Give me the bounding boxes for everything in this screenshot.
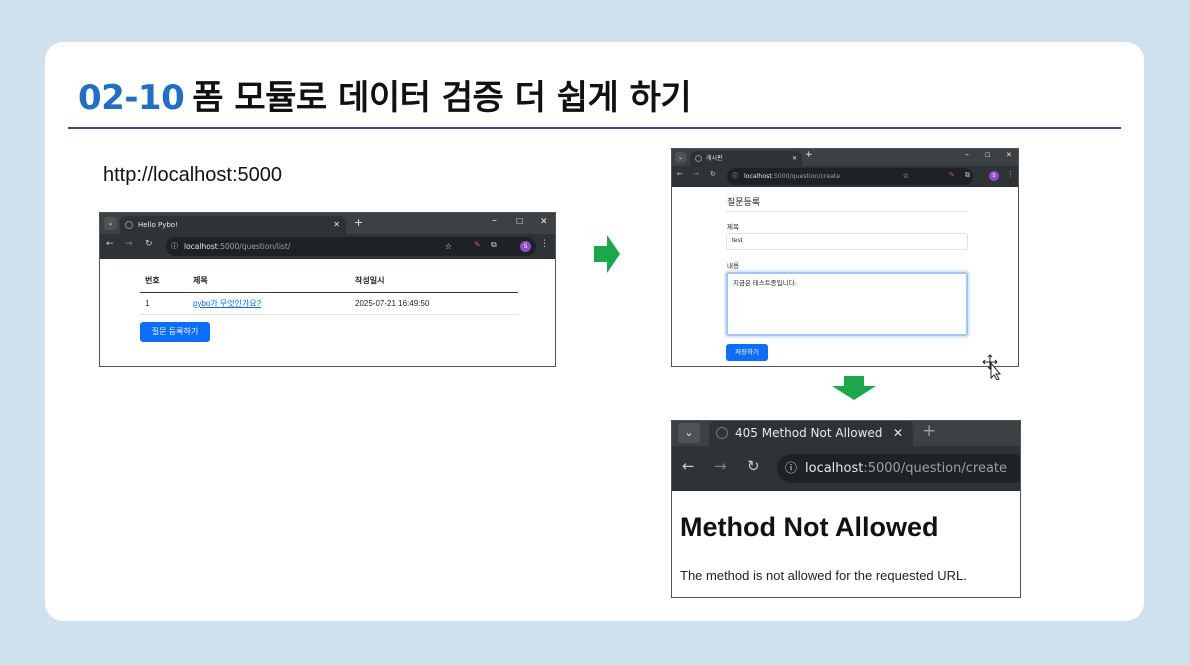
table-row: 1 pybo가 무엇인가요? 2025-07-21 16:49:50 bbox=[140, 292, 518, 315]
maximize-icon[interactable]: ☐ bbox=[985, 152, 990, 159]
new-tab-plus-icon[interactable]: + bbox=[354, 216, 363, 229]
maximize-icon[interactable]: ☐ bbox=[516, 217, 523, 226]
star-icon[interactable]: ☆ bbox=[903, 168, 909, 185]
address-host: localhost bbox=[744, 173, 772, 180]
content-textarea[interactable]: 지금은 테스트중입니다. bbox=[726, 272, 968, 336]
address-host: localhost bbox=[184, 242, 218, 251]
address-path: :5000/question/list/ bbox=[217, 242, 291, 251]
subject-label: 제목 bbox=[727, 224, 739, 231]
cell-subject: pybo가 무엇인가요? bbox=[188, 292, 350, 315]
pen-extension-icon[interactable]: ✎ bbox=[949, 171, 955, 179]
tab-menu-chevron-down-icon[interactable]: ⌄ bbox=[678, 423, 700, 443]
reload-icon[interactable]: ↻ bbox=[710, 170, 716, 178]
cell-number: 1 bbox=[140, 292, 188, 315]
back-arrow-icon[interactable]: ← bbox=[106, 239, 114, 249]
close-icon[interactable]: ✕ bbox=[792, 151, 797, 166]
kebab-menu-icon[interactable]: ⋮ bbox=[1007, 170, 1014, 178]
minimize-icon[interactable]: – bbox=[965, 150, 969, 159]
globe-icon bbox=[125, 221, 133, 229]
error-title: Method Not Allowed bbox=[680, 512, 939, 542]
question-link[interactable]: pybo가 무엇인가요? bbox=[193, 299, 261, 308]
tab-menu-chevron-down-icon[interactable]: ⌄ bbox=[104, 217, 117, 230]
globe-icon bbox=[716, 427, 728, 439]
arrow-down-icon bbox=[832, 376, 876, 400]
error-message: The method is not allowed for the reques… bbox=[680, 568, 967, 583]
forward-arrow-icon[interactable]: → bbox=[714, 457, 727, 475]
browser-window-error: ⌄ 405 Method Not Allowed ✕ + ← → ↻ ⓘ loc… bbox=[671, 420, 1021, 598]
close-window-icon[interactable]: ✕ bbox=[1006, 151, 1012, 159]
url-caption: http://localhost:5000 bbox=[103, 164, 283, 186]
move-cursor-icon bbox=[982, 354, 1002, 380]
column-header-subject: 제목 bbox=[188, 271, 350, 293]
column-header-number: 번호 bbox=[140, 271, 188, 293]
tab-title: Hello Pybo! bbox=[138, 221, 178, 229]
slide-title: 02-10 폼 모듈로 데이터 검증 더 쉽게 하기 bbox=[78, 70, 692, 119]
address-path: :5000/question/create bbox=[863, 461, 1008, 476]
browser-toolbar: ← → ↻ ⓘ localhost:5000/question/list/ ☆ … bbox=[100, 234, 555, 259]
title-divider bbox=[68, 127, 1121, 129]
cell-date: 2025-07-21 16:49:50 bbox=[350, 292, 518, 315]
star-icon[interactable]: ☆ bbox=[445, 237, 452, 256]
puzzle-icon[interactable]: ⧉ bbox=[965, 171, 970, 180]
forward-arrow-icon[interactable]: → bbox=[693, 170, 699, 178]
puzzle-icon[interactable]: ⧉ bbox=[491, 240, 497, 250]
close-icon[interactable]: ✕ bbox=[333, 216, 340, 234]
tab-strip: ⌄ Hello Pybo! ✕ + – ☐ ✕ bbox=[100, 213, 555, 234]
browser-toolbar: ← → ↻ ⓘ localhost:5000/question/create bbox=[672, 446, 1020, 491]
subject-input[interactable]: test bbox=[726, 233, 968, 250]
close-icon[interactable]: ✕ bbox=[893, 421, 903, 446]
tab-strip: ⌄ 게시판 ✕ + – ☐ ✕ bbox=[672, 149, 1018, 166]
address-bar[interactable]: ⓘ localhost:5000/question/create bbox=[777, 454, 1020, 483]
pen-extension-icon[interactable]: ✎ bbox=[474, 240, 481, 249]
column-header-date: 작성일시 bbox=[350, 271, 518, 293]
save-button[interactable]: 저장하기 bbox=[726, 344, 768, 361]
profile-avatar[interactable]: S bbox=[520, 241, 531, 252]
address-host: localhost bbox=[805, 461, 864, 476]
forward-arrow-icon[interactable]: → bbox=[125, 239, 133, 249]
browser-window-form: ⌄ 게시판 ✕ + – ☐ ✕ ← → ↻ ⓘ localhost:5000/q… bbox=[671, 148, 1019, 367]
question-create-form: 질문등록 제목 test 내용 지금은 테스트중입니다. 저장하기 bbox=[672, 187, 1018, 366]
new-tab-plus-icon[interactable]: + bbox=[805, 150, 813, 160]
browser-tab[interactable]: 게시판 ✕ bbox=[690, 151, 802, 166]
slide-number: 02-10 bbox=[78, 78, 185, 118]
close-window-icon[interactable]: ✕ bbox=[540, 217, 548, 227]
tab-title: 게시판 bbox=[706, 155, 723, 162]
address-bar[interactable]: ⓘ localhost:5000/question/create ☆ bbox=[727, 168, 973, 185]
browser-toolbar: ← → ↻ ⓘ localhost:5000/question/create ☆… bbox=[672, 166, 1018, 187]
form-heading: 질문등록 bbox=[727, 197, 761, 207]
back-arrow-icon[interactable]: ← bbox=[677, 170, 683, 178]
table-header-row: 번호 제목 작성일시 bbox=[140, 271, 518, 293]
arrow-right-icon bbox=[594, 235, 620, 273]
content-label: 내용 bbox=[727, 263, 739, 270]
back-arrow-icon[interactable]: ← bbox=[682, 457, 695, 475]
kebab-menu-icon[interactable]: ⋮ bbox=[540, 239, 549, 249]
tab-strip: ⌄ 405 Method Not Allowed ✕ + bbox=[672, 421, 1020, 446]
tab-menu-chevron-down-icon[interactable]: ⌄ bbox=[675, 152, 686, 163]
browser-window-list: ⌄ Hello Pybo! ✕ + – ☐ ✕ ← → ↻ ⓘ localhos… bbox=[99, 212, 556, 367]
browser-tab[interactable]: 405 Method Not Allowed ✕ bbox=[709, 421, 913, 446]
address-path: :5000/question/create bbox=[771, 173, 841, 180]
info-icon: ⓘ bbox=[732, 173, 739, 180]
tab-title: 405 Method Not Allowed bbox=[735, 426, 883, 440]
profile-avatar[interactable]: S bbox=[989, 171, 999, 181]
new-tab-plus-icon[interactable]: + bbox=[922, 421, 936, 441]
question-table: 번호 제목 작성일시 1 pybo가 무엇인가요? 2025-07-21 16:… bbox=[140, 271, 518, 315]
info-icon: ⓘ bbox=[171, 242, 178, 250]
slide-title-text: 폼 모듈로 데이터 검증 더 쉽게 하기 bbox=[192, 78, 692, 118]
create-question-button[interactable]: 질문 등록하기 bbox=[140, 322, 210, 342]
minimize-icon[interactable]: – bbox=[492, 215, 497, 226]
reload-icon[interactable]: ↻ bbox=[747, 457, 760, 475]
form-divider bbox=[726, 211, 968, 212]
info-icon: ⓘ bbox=[785, 461, 798, 475]
globe-icon bbox=[695, 155, 702, 162]
reload-icon[interactable]: ↻ bbox=[145, 239, 153, 249]
browser-tab[interactable]: Hello Pybo! ✕ bbox=[120, 216, 346, 234]
